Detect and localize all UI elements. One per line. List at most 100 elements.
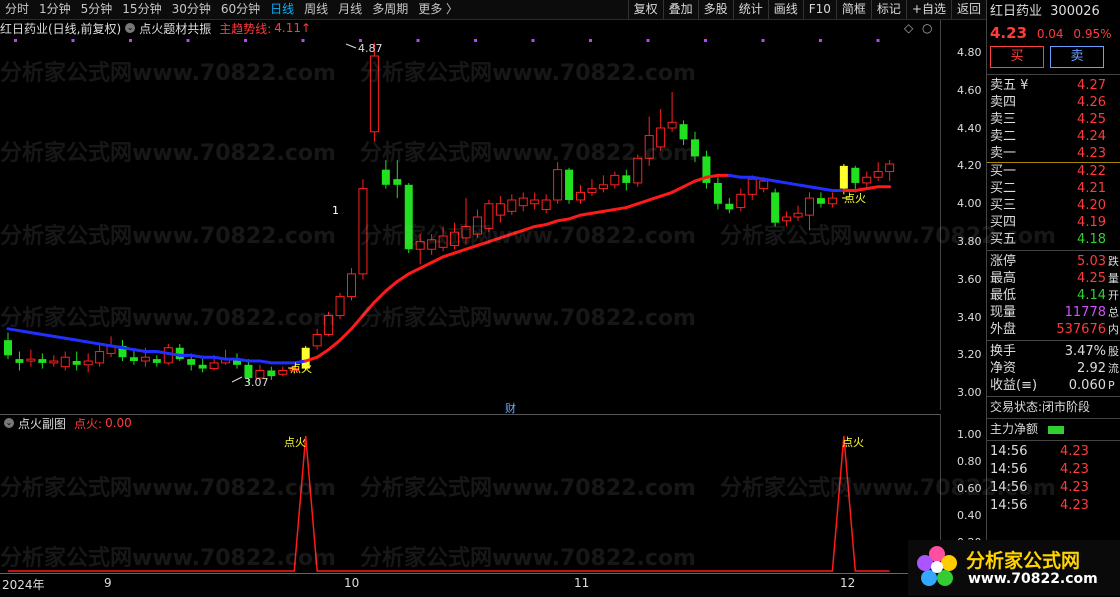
net-flow-row[interactable]: 主力净额 (987, 421, 1120, 438)
tick-price: 4.23 (1060, 480, 1089, 495)
order-book-row[interactable]: 买一 4.22 (987, 163, 1120, 180)
signal-dot (646, 39, 650, 42)
trend-line-segment (636, 198, 651, 206)
period-tab[interactable]: 日线 (265, 0, 299, 19)
period-tab[interactable]: 周线 (299, 0, 333, 19)
trend-line-segment (327, 338, 342, 352)
period-tab[interactable]: 15分钟 (117, 0, 166, 19)
tick-time: 14:56 (990, 444, 1028, 459)
stat-value: 11778 (1064, 305, 1106, 320)
period-tab[interactable]: 5分钟 (76, 0, 118, 19)
candle-body (622, 175, 631, 183)
order-book-price: 4.22 (1077, 164, 1106, 179)
date-label: 2024年 (2, 578, 45, 592)
signal-dot (14, 39, 17, 42)
quote-price-row: 4.23 0.04 0.95% (987, 22, 1120, 44)
trend-line-segment (372, 289, 388, 304)
candle-body (198, 364, 207, 369)
period-tab[interactable]: 更多 〉 (413, 0, 463, 19)
order-book-row[interactable]: 买四 4.19 (987, 214, 1120, 231)
toolbar-button[interactable]: +自选 (905, 0, 951, 19)
price-change-pct: 0.95% (1073, 27, 1112, 41)
kline-chart[interactable]: 4.873.071点火点火财点火 点火 (0, 36, 940, 573)
order-book-label: 卖一 (990, 146, 1017, 161)
period-tab[interactable]: 30分钟 (167, 0, 216, 19)
toolbar-button[interactable]: 统计 (732, 0, 768, 19)
trend-line-segment (29, 331, 44, 336)
price-tick: 4.40 (957, 121, 982, 135)
order-book-row[interactable]: 买三 4.20 (987, 197, 1120, 214)
order-book-label: 卖二 (990, 129, 1017, 144)
order-book-row[interactable]: 买二 4.21 (987, 180, 1120, 197)
chevron-down-icon[interactable]: ⌄ (4, 418, 14, 428)
toolbar-button[interactable]: 画线 (767, 0, 803, 19)
trend-line-segment (86, 340, 102, 346)
signal-dot (71, 39, 75, 42)
order-book-row[interactable]: 卖四 4.26 (987, 94, 1120, 111)
flow-bars-icon (1048, 426, 1065, 434)
candle-body (438, 235, 448, 248)
trend-line-segment (464, 243, 479, 251)
order-book-price: 4.26 (1077, 95, 1106, 110)
quote-title: 红日药业 300026 (987, 0, 1120, 22)
period-tab[interactable]: 60分钟 (216, 0, 265, 19)
sub-chart-name[interactable]: 点火副图 (18, 415, 66, 432)
buy-button[interactable]: 买 (990, 46, 1044, 68)
stat-value: 2.92 (1077, 361, 1106, 376)
order-book-row[interactable]: 卖三 4.25 (987, 111, 1120, 128)
toolbar-button[interactable]: 复权 (627, 0, 663, 19)
period-tab[interactable]: 月线 (333, 0, 367, 19)
signal-dot (129, 39, 132, 42)
candle-body (450, 231, 460, 246)
candle-body (267, 370, 276, 377)
stat-row: 外盘 537676 内 (987, 321, 1120, 338)
stat-label: 最低 (990, 288, 1017, 303)
quote-stats-2: 换手 3.47% 股净资 2.92 流收益(≡) 0.060 P (987, 343, 1120, 394)
trend-line-segment (590, 209, 605, 215)
order-book-label: 卖三 (990, 112, 1017, 127)
order-book-row[interactable]: 卖五 ¥ 4.27 (987, 77, 1120, 94)
stat-value: 4.25 (1077, 271, 1106, 286)
diamond-icon[interactable]: ◇ (904, 21, 913, 35)
period-tab[interactable]: 1分钟 (34, 0, 76, 19)
order-book-row[interactable]: 卖一 4.23 (987, 145, 1120, 162)
toolbar-button[interactable]: 标记 (870, 0, 906, 19)
price-tick: 4.00 (957, 197, 982, 211)
trend-arrow-icon: ↑ (300, 21, 312, 35)
candle-body (736, 193, 746, 209)
sell-button[interactable]: 卖 (1050, 46, 1104, 68)
trade-status-label: 交易状态: (990, 400, 1043, 414)
candle-body (60, 356, 70, 368)
period-tab[interactable]: 分时 (0, 0, 34, 19)
order-book-price: 4.25 (1077, 112, 1106, 127)
trend-line-segment (350, 314, 365, 331)
candle-body (427, 239, 437, 250)
toolbar-button[interactable]: 多股 (697, 0, 733, 19)
candle-body (839, 165, 848, 189)
candle-body (278, 369, 288, 375)
signal-dot (474, 39, 477, 42)
period-tab[interactable]: 多周期 (367, 0, 413, 19)
fire-label-sub: 点火 (284, 436, 306, 449)
price-tick: 3.80 (957, 235, 982, 248)
indicator-name[interactable]: 点火题材共振 (139, 20, 211, 37)
order-book-label: 卖五 ¥ (990, 78, 1029, 93)
candle-body (49, 360, 59, 364)
order-book-row[interactable]: 买五 4.18 (987, 231, 1120, 248)
stat-row: 最低 4.14 开 (987, 287, 1120, 304)
trade-status-value: 闭市阶段 (1042, 400, 1091, 414)
toolbar-button[interactable]: 叠加 (662, 0, 698, 19)
toolbar-button[interactable]: F10 (802, 0, 836, 19)
order-book-row[interactable]: 卖二 4.24 (987, 128, 1120, 145)
settings-dot-icon[interactable]: ○ (922, 21, 932, 35)
stat-value: 0.060 (1068, 378, 1106, 393)
candle-body (553, 169, 563, 201)
signal-dot (531, 39, 535, 42)
candle-body (633, 157, 643, 184)
finance-marker: 财 (505, 401, 516, 415)
toolbar-button[interactable]: 返回 (950, 0, 986, 19)
signal-dot (244, 39, 247, 42)
logo-text: 分析家公式网 (966, 550, 1081, 572)
chevron-down-icon[interactable]: ⌄ (125, 23, 136, 33)
toolbar-button[interactable]: 简框 (835, 0, 871, 19)
